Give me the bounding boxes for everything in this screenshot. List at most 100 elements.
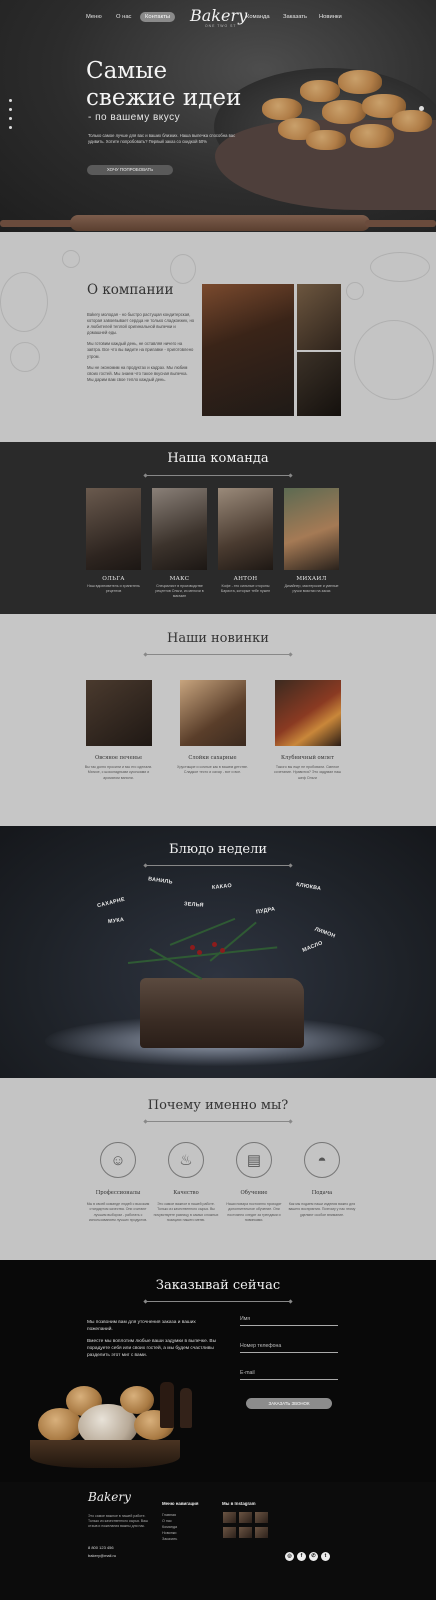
footer-logo[interactable]: Bakery: [88, 1490, 131, 1504]
doodle-circle: [10, 342, 40, 372]
instagram-thumbnail[interactable]: [255, 1527, 268, 1538]
slider-dot[interactable]: [9, 126, 12, 129]
doodle-leaf: [170, 254, 196, 284]
facebook-icon[interactable]: f: [297, 1552, 306, 1561]
fruitcake-image: [140, 978, 304, 1048]
hero-subtitle: - по вашему вкусу: [88, 112, 181, 123]
hero-text: Только самое лучше для вас и ваших близк…: [88, 133, 236, 145]
cookie-image: [338, 70, 382, 94]
instagram-thumbnail[interactable]: [255, 1512, 268, 1523]
cranberry: [197, 950, 202, 955]
product-name: Слойки сахарные: [188, 755, 237, 761]
request-call-button[interactable]: ЗАКАЗАТЬ ЗВОНОК: [246, 1398, 332, 1409]
feature-description: Наши повара постоянно проходят дополните…: [226, 1202, 282, 1223]
order-text: Мы позвоним вам для уточнения заказа и в…: [87, 1320, 219, 1366]
about-text: Bakery молодая - но быстро растущая конд…: [87, 312, 195, 388]
cookie-image: [322, 100, 366, 124]
about-paragraph: Мы готовим каждый день, не оставляя ниче…: [87, 341, 194, 359]
email-input[interactable]: [240, 1366, 338, 1380]
pepper-mill-image: [160, 1382, 174, 1428]
feature-description: Это самое важное в нашей работе. Только …: [153, 1202, 219, 1223]
cafe-interior-image: [202, 284, 294, 416]
cookie-image: [392, 110, 432, 132]
footer-text: Это самое важное в нашей работе. Только …: [88, 1514, 148, 1529]
sugar-puffs-photo: [179, 680, 246, 746]
footer-nav-link[interactable]: Заказать: [162, 1537, 177, 1543]
product-card[interactable]: Клубничный омлет Такого вы еще не пробов…: [270, 680, 345, 781]
book-icon: ▤: [236, 1142, 272, 1178]
member-description: Кофе - это сильные стороны Бариста, кото…: [220, 584, 271, 594]
team-member-card: АНТОН Кофе - это сильные стороны Бариста…: [218, 488, 273, 594]
order-paragraph: Вместе мы воплотим любые ваши задумки в …: [87, 1339, 217, 1358]
divider: [143, 862, 293, 868]
nav-order-link[interactable]: Заказать: [283, 14, 307, 20]
product-card[interactable]: Овсяное печенье Вы так долго просили и м…: [81, 680, 156, 781]
team-title: Наша команда: [167, 451, 269, 466]
cookie-image: [262, 98, 302, 120]
nav-menu-link[interactable]: Меню: [86, 14, 102, 20]
product-name: Клубничный омлет: [281, 755, 334, 761]
instagram-thumbnail[interactable]: [239, 1527, 252, 1538]
product-card[interactable]: Слойки сахарные Хрустящие и сочные как в…: [175, 680, 250, 776]
chef-icon: ☺: [100, 1142, 136, 1178]
twitter-icon[interactable]: t: [321, 1552, 330, 1561]
feature-name: Профессионалы: [95, 1190, 141, 1196]
ingredient-word: ЗЕЛЬЯ: [183, 901, 204, 909]
cranberry: [212, 942, 217, 947]
slider-next-dot[interactable]: [419, 106, 424, 111]
nav-team-link[interactable]: Команда: [246, 14, 270, 20]
whatsapp-icon[interactable]: ✆: [309, 1552, 318, 1561]
instagram-icon[interactable]: ◎: [285, 1552, 294, 1561]
strawberry-omelet-photo: [274, 680, 341, 746]
footer-nav: Главная О нас Команда Новинки Заказать: [162, 1513, 177, 1543]
wheat-doodle: [370, 252, 430, 282]
why-title: Почему именно мы?: [147, 1098, 289, 1113]
hero-title-line: свежие идеи: [86, 85, 242, 111]
cookies-photo: [297, 284, 341, 350]
flour-bag-icon: ♨: [168, 1142, 204, 1178]
member-photo: [152, 488, 207, 570]
about-title: О компании: [87, 282, 174, 298]
footer-email[interactable]: bakery@mail.ru: [88, 1553, 116, 1558]
slider-dots: [9, 99, 12, 135]
nav-about-link[interactable]: О нас: [116, 14, 131, 20]
product-description: Такого вы еще не пробовали. Смелое сочет…: [273, 765, 342, 780]
hero-title-line: Самые: [86, 58, 168, 84]
footer-instagram-title: Мы в Instagram: [222, 1501, 256, 1506]
divider: [143, 472, 293, 478]
rolling-pin-image: [0, 207, 436, 232]
instagram-thumbnail[interactable]: [223, 1527, 236, 1538]
footer-nav-title: Меню навигация: [162, 1501, 199, 1506]
footer-phone[interactable]: 8 800 123 456: [88, 1545, 114, 1550]
member-name: ОЛЬГА: [102, 576, 125, 582]
footer-nav-link[interactable]: Команда: [162, 1525, 177, 1531]
try-button[interactable]: ХОЧУ ПОПРОБОВАТЬ: [87, 165, 173, 175]
feature-card: ◓ Подача Как мы подаем наши изделия важн…: [288, 1142, 356, 1218]
slider-dot[interactable]: [9, 99, 12, 102]
slider-dot[interactable]: [9, 108, 12, 111]
bakery-shelf-photo: [297, 352, 341, 416]
slider-dot[interactable]: [9, 117, 12, 120]
feature-card: ▤ Обучение Наши повара постоянно проходя…: [220, 1142, 288, 1224]
feature-name: Обучение: [240, 1190, 268, 1196]
logo[interactable]: Bakery: [190, 6, 247, 25]
cookie-image: [300, 80, 340, 102]
hero-section: Меню О нас Контакты Команда Заказать Нов…: [0, 0, 436, 232]
instagram-thumbnail[interactable]: [239, 1512, 252, 1523]
product-description: Хрустящие и сочные как в вашем детстве. …: [177, 765, 248, 775]
nav-news-link[interactable]: Новинки: [319, 14, 342, 20]
hero-title: Самые свежие идеи: [86, 58, 241, 112]
product-name: Овсяное печенье: [94, 755, 143, 761]
member-description: Наш вдохновитель и хранитель рецептов: [87, 584, 140, 594]
doodle-circle: [62, 250, 80, 268]
instagram-thumbnail[interactable]: [223, 1512, 236, 1523]
name-input[interactable]: [240, 1312, 338, 1326]
nav-contacts-link[interactable]: Контакты: [140, 12, 176, 22]
bread-basket-image: [30, 1440, 180, 1468]
phone-input[interactable]: [240, 1339, 338, 1353]
product-description: Вы так долго просили и мы его сделали. М…: [84, 765, 153, 780]
pretzel-doodle: [0, 272, 48, 332]
member-photo: [86, 488, 141, 570]
footer-nav-link[interactable]: Новинки: [162, 1531, 177, 1537]
about-paragraph: Bakery молодая - но быстро растущая конд…: [87, 312, 195, 336]
